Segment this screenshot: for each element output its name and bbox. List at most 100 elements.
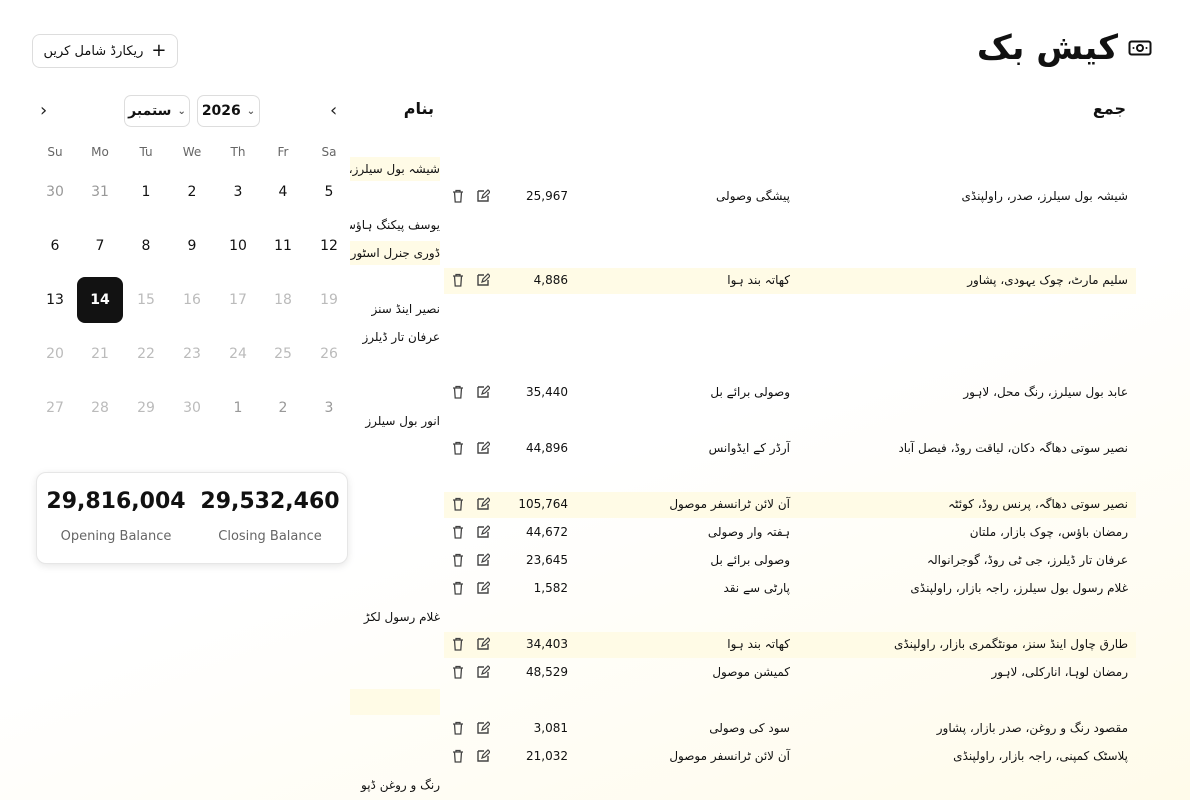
- page-title: کیش بک: [977, 28, 1152, 68]
- row-description: آن لائن ٹرانسفر موصول: [669, 749, 790, 763]
- calendar-day[interactable]: 21: [77, 331, 123, 377]
- balance-card: 29,816,004 Opening Balance 29,532,460 Cl…: [36, 472, 348, 564]
- calendar-day[interactable]: 7: [77, 223, 123, 269]
- calendar-day[interactable]: 13: [32, 277, 78, 323]
- calendar-day[interactable]: 5: [306, 169, 352, 215]
- trash-icon[interactable]: [451, 665, 465, 682]
- calendar-day[interactable]: 29: [123, 385, 169, 431]
- calendar-day[interactable]: 17: [215, 277, 261, 323]
- trash-icon[interactable]: [451, 441, 465, 458]
- table-row: عرفان تار ڈیلرز، جی ٹی روڈ، گوجرانوالہ وص…: [444, 548, 1136, 574]
- calendar-day[interactable]: 23: [169, 331, 215, 377]
- closing-balance-value: 29,532,460: [200, 489, 340, 514]
- calendar-day[interactable]: 15: [123, 277, 169, 323]
- calendar-day[interactable]: 24: [215, 331, 261, 377]
- calendar-day[interactable]: 3: [215, 169, 261, 215]
- debit-entry[interactable]: نصیر اینڈ سنز: [350, 297, 440, 321]
- trash-icon[interactable]: [451, 525, 465, 542]
- trash-icon[interactable]: [451, 637, 465, 654]
- calendar-day[interactable]: 10: [215, 223, 261, 269]
- calendar-day[interactable]: 6: [32, 223, 78, 269]
- edit-icon[interactable]: [476, 749, 491, 766]
- party-name: غلام رسول بول سیلرز، راجہ بازار، راولپنڈ…: [910, 581, 1128, 595]
- calendar-day[interactable]: 9: [169, 223, 215, 269]
- party-name: نصیر سوتی دھاگہ دکان، لیاقت روڈ، فیصل آب…: [898, 441, 1128, 455]
- calendar-day[interactable]: 19: [306, 277, 352, 323]
- trash-icon[interactable]: [451, 497, 465, 514]
- edit-icon[interactable]: [476, 637, 491, 654]
- row-amount: 23,645: [526, 553, 568, 567]
- next-month-button[interactable]: ›: [40, 100, 47, 121]
- credit-header-label: جمع: [1092, 98, 1126, 118]
- table-row: رمضان باؤس، چوک بازار، ملتان ہفتہ وار وصو…: [444, 520, 1136, 546]
- calendar-day[interactable]: 1: [123, 169, 169, 215]
- edit-icon[interactable]: [476, 189, 491, 206]
- calendar-day[interactable]: 30: [169, 385, 215, 431]
- table-row: مقصود رنگ و روغن، صدر بازار، پشاور سود کی…: [444, 716, 1136, 742]
- trash-icon[interactable]: [451, 721, 465, 738]
- calendar-day[interactable]: 25: [260, 331, 306, 377]
- calendar-day[interactable]: 31: [77, 169, 123, 215]
- trash-icon[interactable]: [451, 385, 465, 402]
- trash-icon[interactable]: [451, 553, 465, 570]
- calendar-day[interactable]: 4: [260, 169, 306, 215]
- debit-entry[interactable]: انور بول سیلرز: [350, 409, 440, 433]
- weekday-label: Mo: [91, 145, 109, 159]
- debit-entry-text: انور بول سیلرز: [365, 414, 440, 428]
- calendar-day[interactable]: 11: [260, 223, 306, 269]
- edit-icon[interactable]: [476, 553, 491, 570]
- trash-icon[interactable]: [451, 749, 465, 766]
- calendar-day[interactable]: 2: [260, 385, 306, 431]
- calendar-day[interactable]: 14: [77, 277, 123, 323]
- debit-entry[interactable]: ڈوری جنرل اسٹور: [350, 241, 440, 265]
- calendar-day[interactable]: 27: [32, 385, 78, 431]
- debit-entry[interactable]: یوسف پیکنگ ہاؤس: [350, 213, 440, 237]
- edit-icon[interactable]: [476, 273, 491, 290]
- trash-icon[interactable]: [451, 581, 465, 598]
- debit-entry[interactable]: عرفان تار ڈیلرز: [350, 325, 440, 349]
- row-amount: 25,967: [526, 189, 568, 203]
- calendar-day[interactable]: 3: [306, 385, 352, 431]
- party-name: پلاسٹک کمپنی، راجہ بازار، راولپنڈی: [953, 749, 1128, 763]
- edit-icon[interactable]: [476, 385, 491, 402]
- debit-header-label: بنام: [403, 98, 434, 118]
- calendar-day[interactable]: 28: [77, 385, 123, 431]
- calendar-day[interactable]: 1: [215, 385, 261, 431]
- calendar-day[interactable]: 2: [169, 169, 215, 215]
- edit-icon[interactable]: [476, 581, 491, 598]
- calendar-day[interactable]: 22: [123, 331, 169, 377]
- edit-icon[interactable]: [476, 497, 491, 514]
- row-amount: 3,081: [533, 721, 568, 735]
- calendar-day[interactable]: 18: [260, 277, 306, 323]
- party-name: مقصود رنگ و روغن، صدر بازار، پشاور: [936, 721, 1128, 735]
- chevron-down-icon: ⌄: [177, 105, 186, 117]
- calendar-day[interactable]: 30: [32, 169, 78, 215]
- month-select[interactable]: ستمبر ⌄: [124, 95, 190, 127]
- trash-icon[interactable]: [451, 189, 465, 206]
- edit-icon[interactable]: [476, 525, 491, 542]
- year-select[interactable]: 2026 ⌄: [197, 95, 260, 127]
- trash-icon[interactable]: [451, 273, 465, 290]
- edit-icon[interactable]: [476, 721, 491, 738]
- calendar-day[interactable]: 8: [123, 223, 169, 269]
- edit-icon[interactable]: [476, 441, 491, 458]
- weekday-label: Tu: [139, 145, 153, 159]
- chevron-down-icon: ⌄: [246, 105, 256, 117]
- debit-entry[interactable]: شیشہ بول سیلرز، صدر: [350, 157, 440, 181]
- row-description: سود کی وصولی: [709, 721, 790, 735]
- debit-entry[interactable]: رنگ و روغن ڈپو: [350, 773, 440, 797]
- table-row: طارق چاول اینڈ سنز، مونٹگمری بازار، راول…: [444, 632, 1136, 658]
- weekday-label: Fr: [277, 145, 289, 159]
- edit-icon[interactable]: [476, 665, 491, 682]
- calendar-day[interactable]: 16: [169, 277, 215, 323]
- weekday-label: Sa: [321, 145, 337, 159]
- calendar-day[interactable]: 20: [32, 331, 78, 377]
- party-name: نصیر سوتی دھاگہ، پرنس روڈ، کوئٹہ: [948, 497, 1128, 511]
- calendar-day[interactable]: 12: [306, 223, 352, 269]
- debit-entry-text: غلام رسول لکڑ: [363, 610, 440, 624]
- calendar-header: › ستمبر ⌄ 2026 ⌄ ‹: [32, 92, 348, 130]
- prev-month-button[interactable]: ‹: [330, 100, 337, 121]
- debit-entry[interactable]: غلام رسول لکڑ: [350, 605, 440, 629]
- calendar-day[interactable]: 26: [306, 331, 352, 377]
- add-record-button[interactable]: + ریکارڈ شامل کریں: [32, 34, 178, 68]
